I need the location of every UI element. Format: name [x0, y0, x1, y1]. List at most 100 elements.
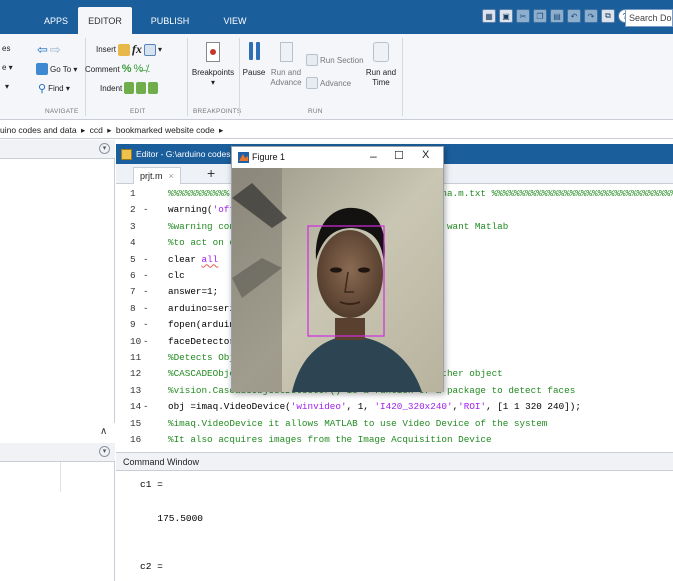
minimize-icon[interactable]: – [370, 149, 377, 163]
command-window[interactable]: c1 = 175.5000 c2 = [116, 471, 673, 581]
comment-percent-icon[interactable]: % [122, 63, 132, 75]
file-tab-label: prjt.m [140, 171, 163, 181]
line-number-text: 10 [130, 335, 142, 347]
comment-label: Comment [85, 64, 120, 74]
breakpoint-marker[interactable]: - [143, 270, 149, 281]
redo-icon[interactable]: ↷ [584, 9, 598, 23]
code-line[interactable]: clc [168, 270, 185, 281]
breadcrumb-item[interactable]: uino codes and data [0, 125, 77, 135]
advance-button[interactable]: Advance [306, 77, 351, 89]
function-dropdown-icon[interactable] [144, 43, 157, 56]
paste-icon[interactable]: ▤ [550, 9, 564, 23]
tab-apps[interactable]: APPS [34, 7, 78, 34]
chevron-down-icon[interactable]: ▾ [158, 45, 162, 54]
undo-icon[interactable]: ↶ [567, 9, 581, 23]
line-number-text: 14 [130, 401, 142, 413]
clipped-button-es[interactable]: es [2, 44, 10, 53]
code-line[interactable]: faceDetector [168, 336, 235, 347]
code-line[interactable]: obj =imaq.VideoDevice('winvideo', 1, 'I4… [168, 401, 581, 412]
clipped-dropdown-arrow[interactable]: ▾ [5, 82, 9, 91]
code-line[interactable]: %Detects Obj [168, 352, 235, 363]
edit-group-label: EDIT [130, 108, 146, 115]
run-and-advance-button[interactable]: Run and Advance [268, 42, 304, 88]
goto-button[interactable]: Go To ▾ [36, 63, 77, 75]
line-number-text: 6 [130, 270, 136, 281]
save-icon[interactable]: ▣ [499, 9, 513, 23]
back-arrow-icon[interactable]: ⇦ [37, 42, 48, 58]
insert-button[interactable]: Insert fx ▾ [90, 42, 162, 57]
navigate-group-label: NAVIGATE [45, 108, 79, 115]
scroll-up-icon[interactable]: ∧ [100, 426, 107, 437]
breakpoint-marker[interactable]: - [143, 204, 149, 215]
breakpoint-marker[interactable]: - [143, 303, 149, 314]
increase-indent-icon[interactable] [136, 82, 147, 94]
close-icon[interactable]: X [422, 149, 429, 161]
line-number: 7- [116, 286, 152, 297]
breakpoints-button[interactable]: Breakpoints ▾ [190, 42, 236, 88]
find-button[interactable]: ⚲ Find ▾ [38, 82, 70, 95]
run-section-button[interactable]: Run Section [306, 54, 364, 66]
code-line[interactable]: clear all [168, 254, 218, 265]
wrap-comment-icon[interactable]: ⁒ [145, 64, 150, 75]
back-forward-buttons[interactable]: ⇦ ⇨ [37, 42, 61, 58]
comment-button[interactable]: Comment % %̶ ⁒ [85, 63, 150, 75]
code-token: warning( [168, 204, 213, 216]
line-number: 16 [116, 434, 152, 445]
breakpoint-marker[interactable]: - [143, 319, 149, 330]
code-line[interactable]: fopen(arduin [168, 319, 235, 330]
switch-windows-icon[interactable]: ⧉ [601, 9, 615, 23]
breadcrumb-item[interactable]: bookmarked website code [116, 125, 215, 135]
line-number: 1 [116, 188, 152, 199]
smart-indent-icon[interactable] [124, 82, 135, 94]
uncomment-icon[interactable]: %̶ [133, 63, 143, 75]
figure-window[interactable]: Figure 1 – ☐ X [231, 146, 444, 392]
indent-button[interactable]: Indent [100, 82, 159, 94]
figure-titlebar[interactable]: Figure 1 – ☐ X [232, 147, 443, 168]
tab-editor[interactable]: EDITOR [78, 7, 132, 34]
copy-icon[interactable]: ❐ [533, 9, 547, 23]
panel-menu-icon[interactable]: ▾ [99, 446, 110, 457]
breakpoint-marker[interactable]: - [143, 336, 149, 347]
line-number: 3 [116, 221, 152, 232]
panel-menu-icon[interactable]: ▾ [99, 143, 110, 154]
current-folder-breadcrumb[interactable]: uino codes and data ▸ ccd ▸ bookmarked w… [0, 121, 673, 139]
run-and-time-label-1: Run and [365, 68, 397, 77]
workspace-panel[interactable]: ▾ [0, 443, 115, 581]
fx-icon[interactable]: fx [132, 42, 142, 57]
close-tab-icon[interactable]: × [169, 171, 174, 181]
breadcrumb-item[interactable]: ccd [90, 125, 103, 135]
breakpoints-group-label: BREAKPOINTS [193, 108, 242, 115]
breakpoint-marker[interactable]: - [143, 286, 149, 297]
code-token: % maina.m.txt %%%%%%%%%%%%%%%%%%%%%%%%%%… [413, 188, 673, 199]
run-and-time-button[interactable]: Run and Time [364, 42, 398, 88]
search-documentation-input[interactable]: Search Docu [625, 9, 673, 27]
magnifier-icon: ⚲ [38, 83, 47, 95]
code-token: 'winvideo' [290, 401, 347, 413]
code-line[interactable]: %It also acquires images from the Image … [168, 434, 492, 445]
layout-icon[interactable]: ▦ [482, 9, 496, 23]
file-tab-prjt[interactable]: prjt.m × [133, 167, 181, 184]
tab-view[interactable]: VIEW [210, 7, 260, 34]
code-line[interactable]: %imaq.VideoDevice it allows MATLAB to us… [168, 418, 547, 429]
chevron-down-icon: ▾ [210, 78, 215, 87]
breakpoints-label: Breakpoints [191, 68, 235, 77]
code-line[interactable]: arduino=seri [168, 303, 235, 314]
breakpoint-marker[interactable]: - [143, 401, 149, 412]
forward-arrow-icon[interactable]: ⇨ [50, 42, 61, 58]
pause-button[interactable]: Pause [240, 42, 268, 78]
maximize-icon[interactable]: ☐ [394, 149, 404, 162]
current-folder-panel[interactable]: ▾ [0, 140, 115, 423]
code-line[interactable]: answer=1; [168, 286, 218, 297]
line-number-text: 1 [130, 188, 136, 199]
breakpoint-marker[interactable]: - [143, 254, 149, 265]
tab-publish[interactable]: PUBLISH [140, 7, 200, 34]
line-number-text: 9 [130, 319, 136, 331]
decrease-indent-icon[interactable] [148, 82, 159, 94]
breadcrumb-separator-icon: ▸ [219, 125, 224, 135]
new-tab-icon[interactable]: + [207, 165, 215, 181]
group-divider [85, 38, 86, 116]
line-number-text: 16 [130, 434, 142, 445]
cut-icon[interactable]: ✂ [516, 9, 530, 23]
code-line[interactable]: %to act on c [168, 237, 235, 248]
clipped-button-e[interactable]: e ▾ [2, 63, 13, 72]
